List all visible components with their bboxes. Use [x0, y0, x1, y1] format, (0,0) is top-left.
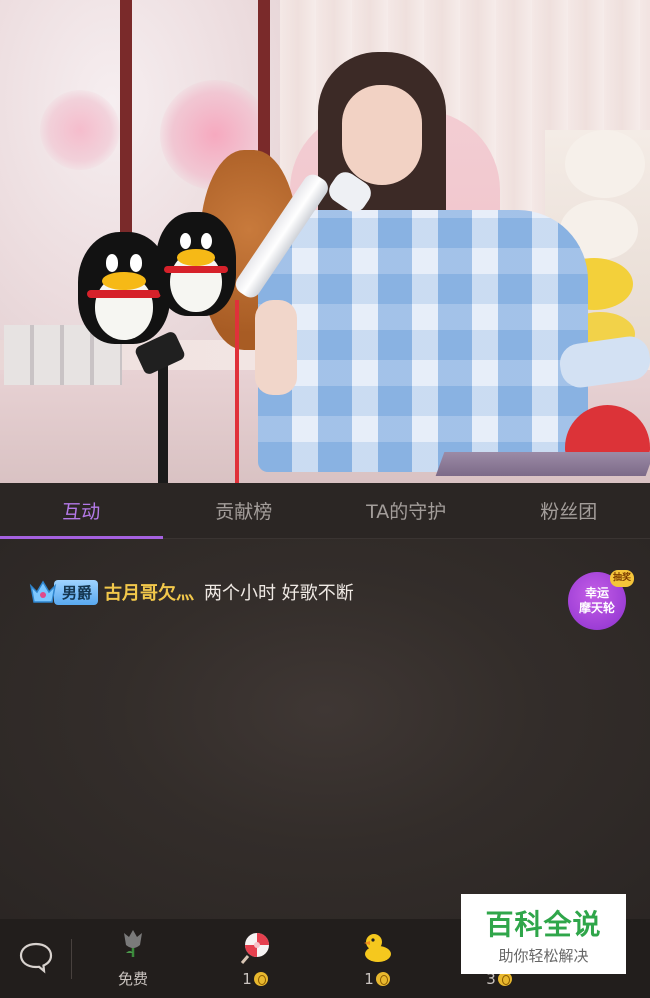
tab-interaction[interactable]: 互动 — [0, 483, 163, 539]
gift-price: 1 — [364, 970, 390, 988]
live-video[interactable] — [0, 0, 650, 483]
mic-cable — [235, 300, 239, 483]
coin-icon — [375, 971, 390, 986]
watermark-title: 百科全说 — [485, 907, 602, 941]
chat-text: 两个小时 好歌不断 — [204, 583, 354, 604]
lucky-wheel-button[interactable]: 抽奖 幸运 摩天轮 — [568, 570, 634, 630]
chat-username[interactable]: 古月哥欠灬 — [104, 579, 194, 605]
watermark: 百科全说 助你轻松解决 — [461, 894, 626, 974]
rank-badge: 男爵 — [28, 578, 99, 606]
gift-price: 1 — [242, 970, 268, 988]
badge-label: 男爵 — [54, 579, 99, 605]
coin-icon — [253, 971, 268, 986]
streamer-face — [342, 85, 422, 185]
streamer-arm — [255, 300, 297, 395]
tab-guardians[interactable]: TA的守护 — [325, 483, 488, 538]
streamer-shirt — [258, 210, 588, 472]
phone-stand — [158, 350, 168, 483]
frame-post — [120, 0, 132, 250]
lottery-tag: 抽奖 — [609, 570, 634, 587]
keyboard — [435, 452, 650, 476]
gift-duck[interactable]: 1 — [316, 930, 438, 988]
tab-bar: 互动 贡献榜 TA的守护 粉丝团 — [0, 483, 650, 539]
chat-message: 男爵 古月哥欠灬 两个小时 好歌不断 — [28, 579, 354, 605]
chat-input-button[interactable] — [0, 938, 72, 979]
rose-icon — [116, 928, 150, 962]
watermark-subtitle: 助你轻松解决 — [498, 946, 589, 965]
gift-lollipop[interactable]: 1 — [194, 930, 316, 988]
penguin-plush — [156, 212, 236, 316]
tab-contribution-rank[interactable]: 贡献榜 — [163, 483, 326, 538]
duck-icon — [360, 930, 394, 964]
lollipop-icon — [238, 930, 272, 964]
lucky-wheel-label: 摩天轮 — [578, 601, 615, 615]
wall-flower-decoration — [40, 90, 120, 170]
gift-price: 免费 — [117, 970, 148, 988]
chat-panel[interactable]: 男爵 古月哥欠灬 两个小时 好歌不断 抽奖 幸运 摩天轮 — [0, 539, 650, 919]
gift-rose[interactable]: 免费 — [72, 928, 194, 989]
tab-fan-club[interactable]: 粉丝团 — [488, 483, 650, 538]
crown-icon — [28, 578, 58, 606]
lucky-wheel-label: 幸运 — [584, 586, 609, 600]
plush-toy — [565, 130, 645, 198]
speech-bubble-icon — [18, 940, 54, 978]
